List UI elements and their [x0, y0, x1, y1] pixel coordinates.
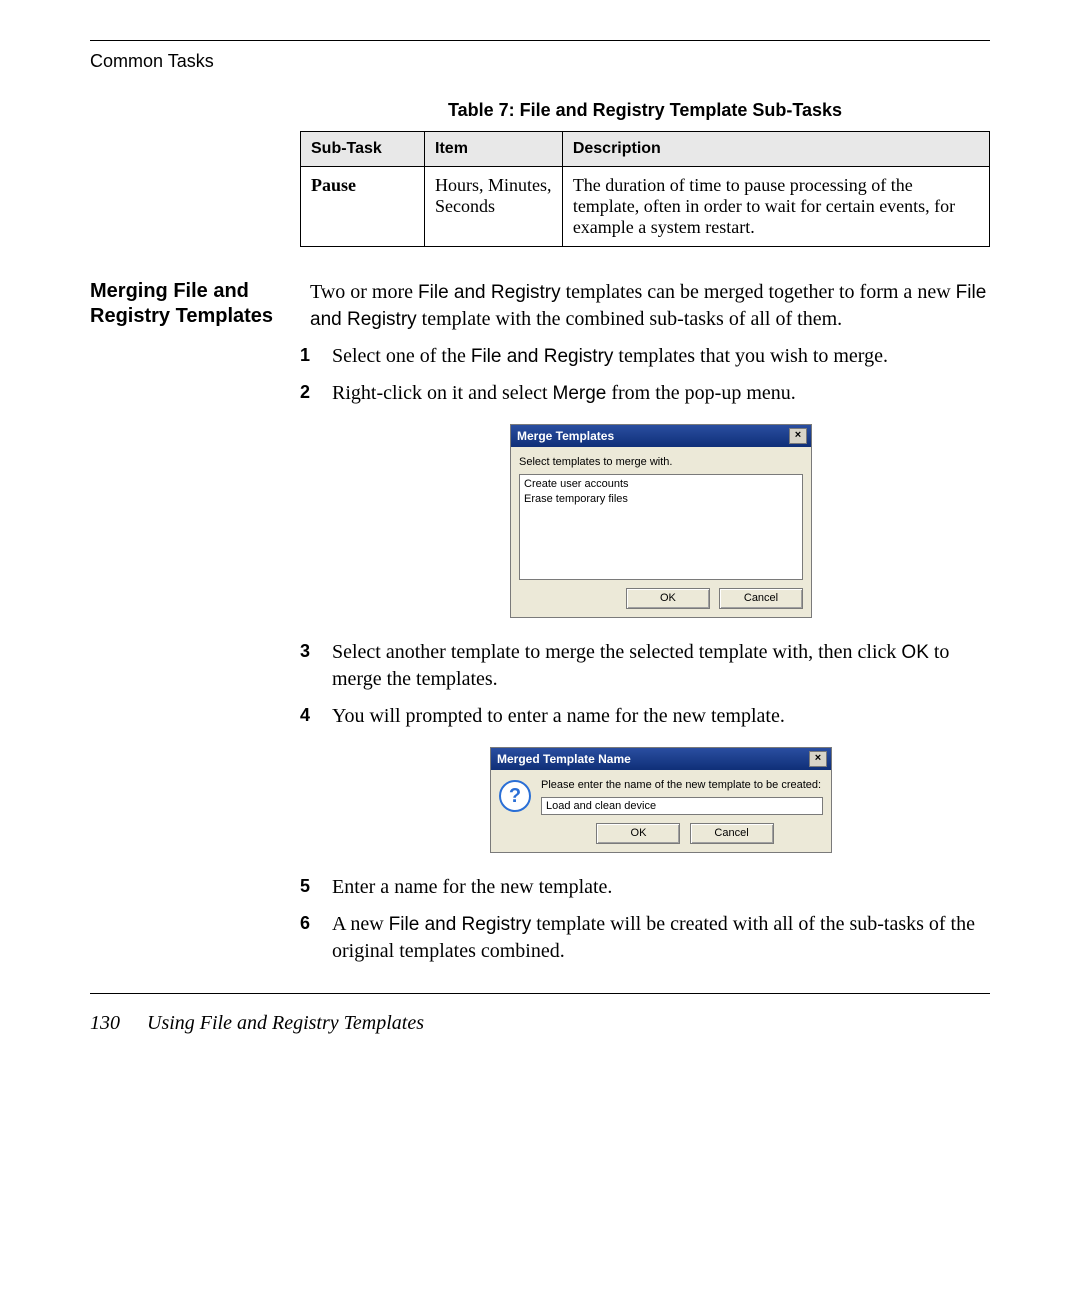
- ok-button[interactable]: OK: [596, 823, 680, 844]
- th-item: Item: [425, 132, 563, 167]
- question-icon: ?: [499, 780, 531, 812]
- subtasks-table: Sub-Task Item Description Pause Hours, M…: [300, 131, 990, 247]
- intro-text-2: templates can be merged together to form…: [561, 281, 956, 303]
- list-item[interactable]: Erase temporary files: [524, 492, 798, 507]
- dialog-button-row: OK Cancel: [519, 588, 803, 609]
- dialog-title-text: Merged Template Name: [497, 751, 631, 767]
- step6-pre: A new: [332, 913, 389, 935]
- step-1: Select one of the File and Registry temp…: [300, 343, 990, 370]
- template-name-input[interactable]: [541, 797, 823, 815]
- step2-pre: Right-click on it and select: [332, 382, 553, 404]
- step3-sans: OK: [901, 642, 928, 663]
- step-5: Enter a name for the new template.: [300, 874, 990, 901]
- dialog-titlebar: Merged Template Name ×: [491, 748, 831, 770]
- step1-sans: File and Registry: [471, 346, 614, 367]
- cell-description: The duration of time to pause processing…: [562, 167, 989, 247]
- page-number: 130: [90, 1012, 120, 1034]
- cell-item: Hours, Minutes, Seconds: [425, 167, 563, 247]
- step4-text: You will prompted to enter a name for th…: [332, 705, 785, 727]
- dialog-body: ? Please enter the name of the new templ…: [491, 770, 831, 852]
- templates-listbox[interactable]: Create user accounts Erase temporary fil…: [519, 474, 803, 580]
- dialog-title-text: Merge Templates: [517, 428, 614, 444]
- steps-block: Select one of the File and Registry temp…: [300, 343, 990, 965]
- cancel-button[interactable]: Cancel: [719, 588, 803, 609]
- step1-pre: Select one of the: [332, 345, 471, 367]
- section-heading: Merging File and Registry Templates: [90, 279, 310, 329]
- table-block: Table 7: File and Registry Template Sub-…: [300, 100, 990, 247]
- document-page: Common Tasks Table 7: File and Registry …: [0, 0, 1080, 1311]
- ok-button[interactable]: OK: [626, 588, 710, 609]
- th-description: Description: [562, 132, 989, 167]
- intro-sans-1: File and Registry: [418, 282, 561, 303]
- step1-post: templates that you wish to merge.: [613, 345, 888, 367]
- close-icon[interactable]: ×: [809, 751, 827, 767]
- step-2: Right-click on it and select Merge from …: [300, 380, 990, 617]
- table-caption: Table 7: File and Registry Template Sub-…: [300, 100, 990, 121]
- intro-paragraph: Two or more File and Registry templates …: [310, 279, 990, 333]
- step2-sans: Merge: [553, 383, 607, 404]
- dialog-body: Select templates to merge with. Create u…: [511, 447, 811, 617]
- running-head: Common Tasks: [90, 51, 990, 72]
- step-4: You will prompted to enter a name for th…: [300, 703, 990, 852]
- dialog-instruction: Select templates to merge with.: [519, 455, 803, 470]
- th-subtask: Sub-Task: [301, 132, 425, 167]
- step5-text: Enter a name for the new template.: [332, 876, 612, 898]
- step-3: Select another template to merge the sel…: [300, 639, 990, 693]
- cancel-button[interactable]: Cancel: [690, 823, 774, 844]
- dialog-titlebar: Merge Templates ×: [511, 425, 811, 447]
- intro-text-1: Two or more: [310, 281, 418, 303]
- cell-subtask: Pause: [301, 167, 425, 247]
- steps-list: Select one of the File and Registry temp…: [300, 343, 990, 965]
- step-6: A new File and Registry template will be…: [300, 911, 990, 965]
- close-icon[interactable]: ×: [789, 428, 807, 444]
- merge-templates-dialog: Merge Templates × Select templates to me…: [511, 425, 811, 617]
- section-intro: Merging File and Registry Templates Two …: [90, 279, 990, 333]
- step6-sans: File and Registry: [389, 914, 532, 935]
- footer-title: Using File and Registry Templates: [147, 1012, 424, 1034]
- intro-text-3: template with the combined sub-tasks of …: [417, 308, 842, 330]
- step2-post: from the pop-up menu.: [606, 382, 795, 404]
- merged-template-name-dialog: Merged Template Name × ? Please enter th…: [491, 748, 831, 852]
- page-footer: 130 Using File and Registry Templates: [90, 1012, 990, 1035]
- dialog-right-col: Please enter the name of the new templat…: [541, 778, 823, 844]
- list-item[interactable]: Create user accounts: [524, 477, 798, 492]
- dialog-button-row: OK Cancel: [541, 823, 823, 844]
- bottom-rule: [90, 993, 990, 994]
- top-rule: [90, 40, 990, 41]
- dialog-prompt: Please enter the name of the new templat…: [541, 778, 823, 793]
- table-row: Pause Hours, Minutes, Seconds The durati…: [301, 167, 990, 247]
- step3-pre: Select another template to merge the sel…: [332, 641, 901, 663]
